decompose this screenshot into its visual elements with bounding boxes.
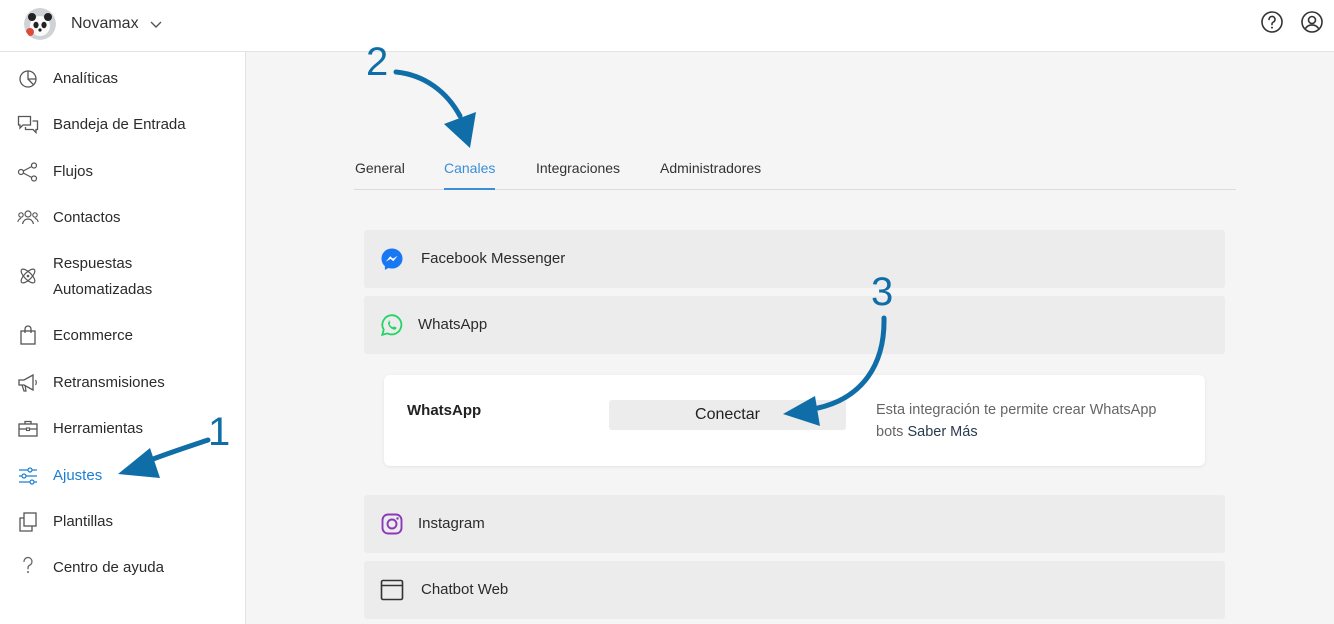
- channel-label: WhatsApp: [418, 316, 488, 333]
- sidebar-item-bandeja[interactable]: Bandeja de Entrada: [0, 112, 245, 138]
- question-icon: [23, 556, 33, 573]
- users-icon: [17, 210, 39, 225]
- channel-instagram[interactable]: Instagram: [364, 495, 1225, 553]
- messenger-icon: [381, 248, 403, 270]
- sidebar-item-contactos[interactable]: Contactos: [0, 205, 245, 231]
- sidebar-item-retransmisiones[interactable]: Retransmisiones: [0, 370, 245, 396]
- megaphone-icon: [18, 373, 37, 392]
- chevron-down-icon: [150, 21, 162, 28]
- sidebar-item-label: Ajustes: [53, 467, 103, 484]
- sliders-icon: [19, 467, 37, 485]
- flow-icon: [17, 162, 38, 182]
- copy-icon: [19, 512, 37, 532]
- sidebar-item-plantillas[interactable]: Plantillas: [0, 509, 245, 535]
- sidebar-item-analiticas[interactable]: Analíticas: [0, 66, 245, 92]
- sidebar-item-ajustes[interactable]: Ajustes: [0, 463, 245, 489]
- browser-window-icon: [380, 579, 404, 601]
- instagram-icon: [381, 513, 403, 535]
- sidebar-item-label: Analíticas: [53, 70, 119, 87]
- workspace-switcher[interactable]: Novamax: [24, 8, 163, 40]
- sidebar: Analíticas Bandeja de Entrada Flujos Con…: [0, 52, 246, 624]
- tab-general[interactable]: General: [355, 160, 405, 190]
- user-circle-icon[interactable]: [1300, 10, 1324, 34]
- pie-chart-icon: [19, 70, 37, 88]
- panda-logo-icon: [24, 8, 56, 40]
- arrow-2-icon: [393, 69, 463, 119]
- sidebar-item-label: Contactos: [53, 209, 121, 226]
- shopping-bag-icon: [20, 325, 36, 345]
- connect-button[interactable]: Conectar: [609, 400, 846, 430]
- channel-label: Instagram: [418, 515, 485, 532]
- sidebar-item-label: Ecommerce: [53, 327, 134, 344]
- workspace-name: Novamax: [71, 15, 139, 32]
- step-number-2: 2: [366, 40, 389, 84]
- top-bar: Novamax: [0, 0, 1334, 52]
- channel-label: Facebook Messenger: [421, 250, 566, 267]
- sidebar-item-label: Plantillas: [53, 513, 114, 530]
- channel-chatbot-web[interactable]: Chatbot Web: [364, 561, 1225, 619]
- sidebar-item-respuestas[interactable]: Respuestas Automatizadas: [0, 251, 245, 303]
- tab-integraciones[interactable]: Integraciones: [536, 160, 620, 190]
- sidebar-item-label: Respuestas: [53, 255, 133, 272]
- sidebar-item-label: Centro de ayuda: [53, 559, 164, 576]
- sidebar-item-label: Retransmisiones: [53, 374, 165, 391]
- whatsapp-icon: [381, 314, 403, 337]
- card-description: Esta integración te permite crear WhatsA…: [876, 399, 1186, 443]
- sidebar-item-label: Flujos: [53, 163, 94, 180]
- step-number-1: 1: [208, 410, 231, 454]
- sidebar-item-label: Bandeja de Entrada: [53, 116, 186, 133]
- sidebar-item-flujos[interactable]: Flujos: [0, 159, 245, 185]
- help-circle-icon[interactable]: [1260, 10, 1284, 34]
- arrow-2-head-icon: [444, 112, 476, 148]
- tab-administradores[interactable]: Administradores: [660, 160, 761, 190]
- tab-canales[interactable]: Canales: [444, 160, 496, 190]
- card-title: WhatsApp: [407, 402, 482, 419]
- settings-tabs: General Canales Integraciones Administra…: [354, 150, 1236, 190]
- atom-icon: [20, 268, 36, 284]
- channel-whatsapp[interactable]: WhatsApp: [364, 296, 1225, 354]
- sidebar-item-label-line2: Automatizadas: [53, 281, 153, 298]
- channel-label: Chatbot Web: [421, 581, 509, 598]
- chat-bubbles-icon: [17, 115, 39, 135]
- sidebar-item-label: Herramientas: [53, 420, 144, 437]
- sidebar-item-ecommerce[interactable]: Ecommerce: [0, 323, 245, 349]
- learn-more-link[interactable]: Saber Más: [907, 424, 977, 440]
- sidebar-item-centro-ayuda[interactable]: Centro de ayuda: [0, 555, 245, 581]
- step-number-3: 3: [871, 270, 894, 314]
- toolbox-icon: [18, 420, 38, 437]
- whatsapp-connect-card: WhatsApp Conectar Esta integración te pe…: [384, 375, 1205, 466]
- channel-facebook-messenger[interactable]: Facebook Messenger: [364, 230, 1225, 288]
